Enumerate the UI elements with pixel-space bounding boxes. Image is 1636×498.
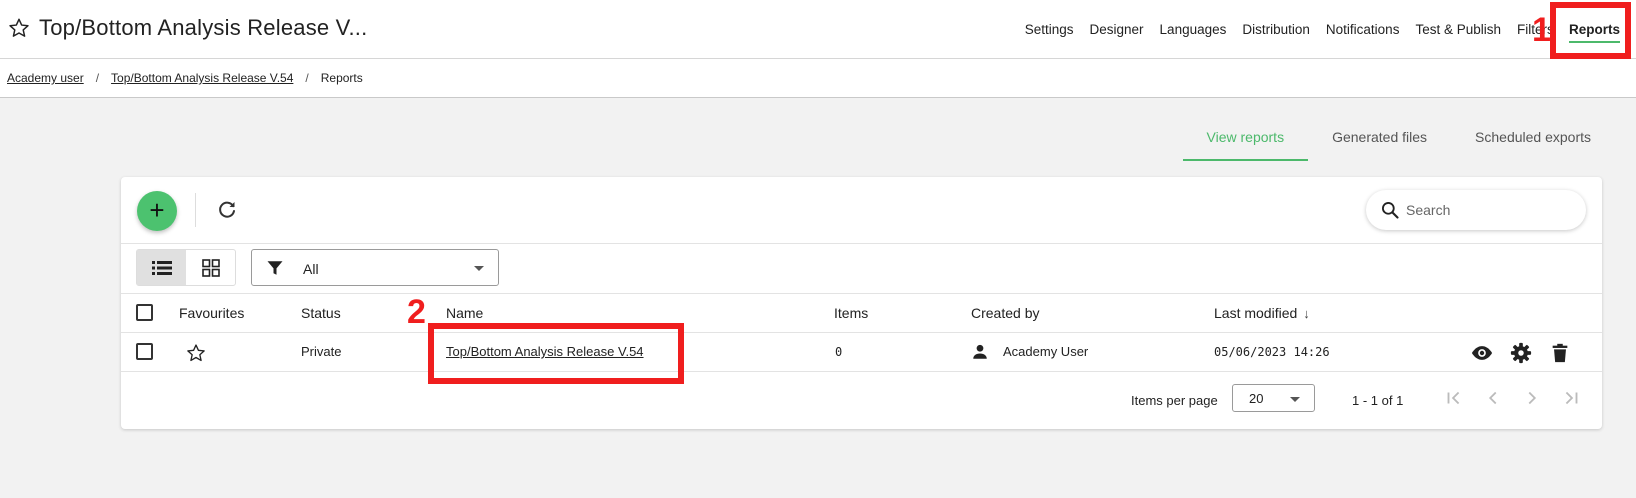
divider [121,332,1602,333]
breadcrumb: Academy user / Top/Bottom Analysis Relea… [7,71,363,85]
divider [121,293,1602,294]
tab-generated-files[interactable]: Generated files [1308,116,1451,161]
column-header-name[interactable]: Name [446,305,483,321]
app-header: Top/Bottom Analysis Release V... Setting… [0,0,1636,59]
breadcrumb-current: Reports [320,71,363,85]
select-all-checkbox[interactable] [136,304,153,321]
next-page-icon[interactable] [1521,387,1543,409]
breadcrumb-report-project[interactable]: Top/Bottom Analysis Release V.54 [111,71,293,85]
add-report-button[interactable]: + [137,191,177,231]
column-header-last-modified-label: Last modified [1214,305,1298,321]
nav-test-publish[interactable]: Test & Publish [1407,0,1509,59]
nav-notifications[interactable]: Notifications [1318,0,1408,59]
annotation-box-1 [1550,2,1631,59]
divider [121,243,1602,244]
row-checkbox[interactable] [136,343,153,360]
column-header-status[interactable]: Status [301,305,341,321]
star-icon[interactable] [8,17,30,39]
last-page-icon[interactable] [1560,387,1582,409]
annotation-number-1: 1 [1532,11,1551,49]
breadcrumb-academy-user[interactable]: Academy user [7,71,84,85]
refresh-icon[interactable] [215,198,239,222]
row-created-by: Academy User [1003,344,1089,359]
annotation-box-2 [428,323,684,384]
search-icon [1382,202,1399,219]
nav-distribution[interactable]: Distribution [1234,0,1318,59]
gear-icon[interactable] [1510,342,1532,364]
tab-scheduled-exports[interactable]: Scheduled exports [1451,116,1615,161]
plus-icon: + [149,195,165,225]
nav-settings[interactable]: Settings [1017,0,1082,59]
eye-icon[interactable] [1471,342,1493,364]
items-per-page-value: 20 [1249,391,1264,406]
toolbar-divider [195,193,196,227]
items-per-page-label: Items per page [1131,393,1218,408]
items-per-page-select[interactable]: 20 [1232,384,1315,412]
filter-dropdown[interactable]: All [251,249,499,286]
pagination-range: 1 - 1 of 1 [1352,393,1404,408]
trash-icon[interactable] [1549,342,1571,364]
grid-view-button[interactable] [186,250,235,285]
row-items: 0 [835,345,843,359]
sort-descending-icon: ↓ [1303,306,1310,321]
top-navigation: Settings Designer Languages Distribution… [1017,0,1554,59]
favourite-star-icon[interactable] [186,343,206,363]
view-toggle [136,249,236,286]
nav-designer[interactable]: Designer [1082,0,1152,59]
filter-value: All [303,261,319,277]
breadcrumb-separator: / [305,71,309,85]
column-header-favourites: Favourites [179,305,245,321]
annotation-number-2: 2 [407,293,426,331]
chevron-down-icon [474,266,484,271]
chevron-down-icon [1290,397,1300,402]
row-last-modified: 05/06/2023 14:26 [1214,345,1330,359]
tab-view-reports[interactable]: View reports [1182,116,1309,161]
list-view-button[interactable] [137,250,186,285]
search-placeholder: Search [1406,202,1451,218]
reports-card: + Search All Favourites Status Name Item… [121,177,1602,429]
filter-icon [267,261,283,275]
person-icon [973,344,987,359]
previous-page-icon[interactable] [1482,387,1504,409]
page-title: Top/Bottom Analysis Release V... [39,15,368,40]
divider [121,371,1602,372]
search-input[interactable]: Search [1366,190,1586,230]
first-page-icon[interactable] [1443,387,1465,409]
grid-icon [201,258,220,277]
list-icon [151,260,172,275]
column-header-items[interactable]: Items [834,305,868,321]
row-status: Private [301,344,342,359]
report-tabs: View reports Generated files Scheduled e… [1182,116,1615,161]
breadcrumb-bar: Academy user / Top/Bottom Analysis Relea… [0,59,1636,98]
nav-languages[interactable]: Languages [1152,0,1235,59]
column-header-last-modified[interactable]: Last modified ↓ [1214,305,1310,321]
breadcrumb-separator: / [95,71,100,85]
column-header-created-by[interactable]: Created by [971,305,1039,321]
